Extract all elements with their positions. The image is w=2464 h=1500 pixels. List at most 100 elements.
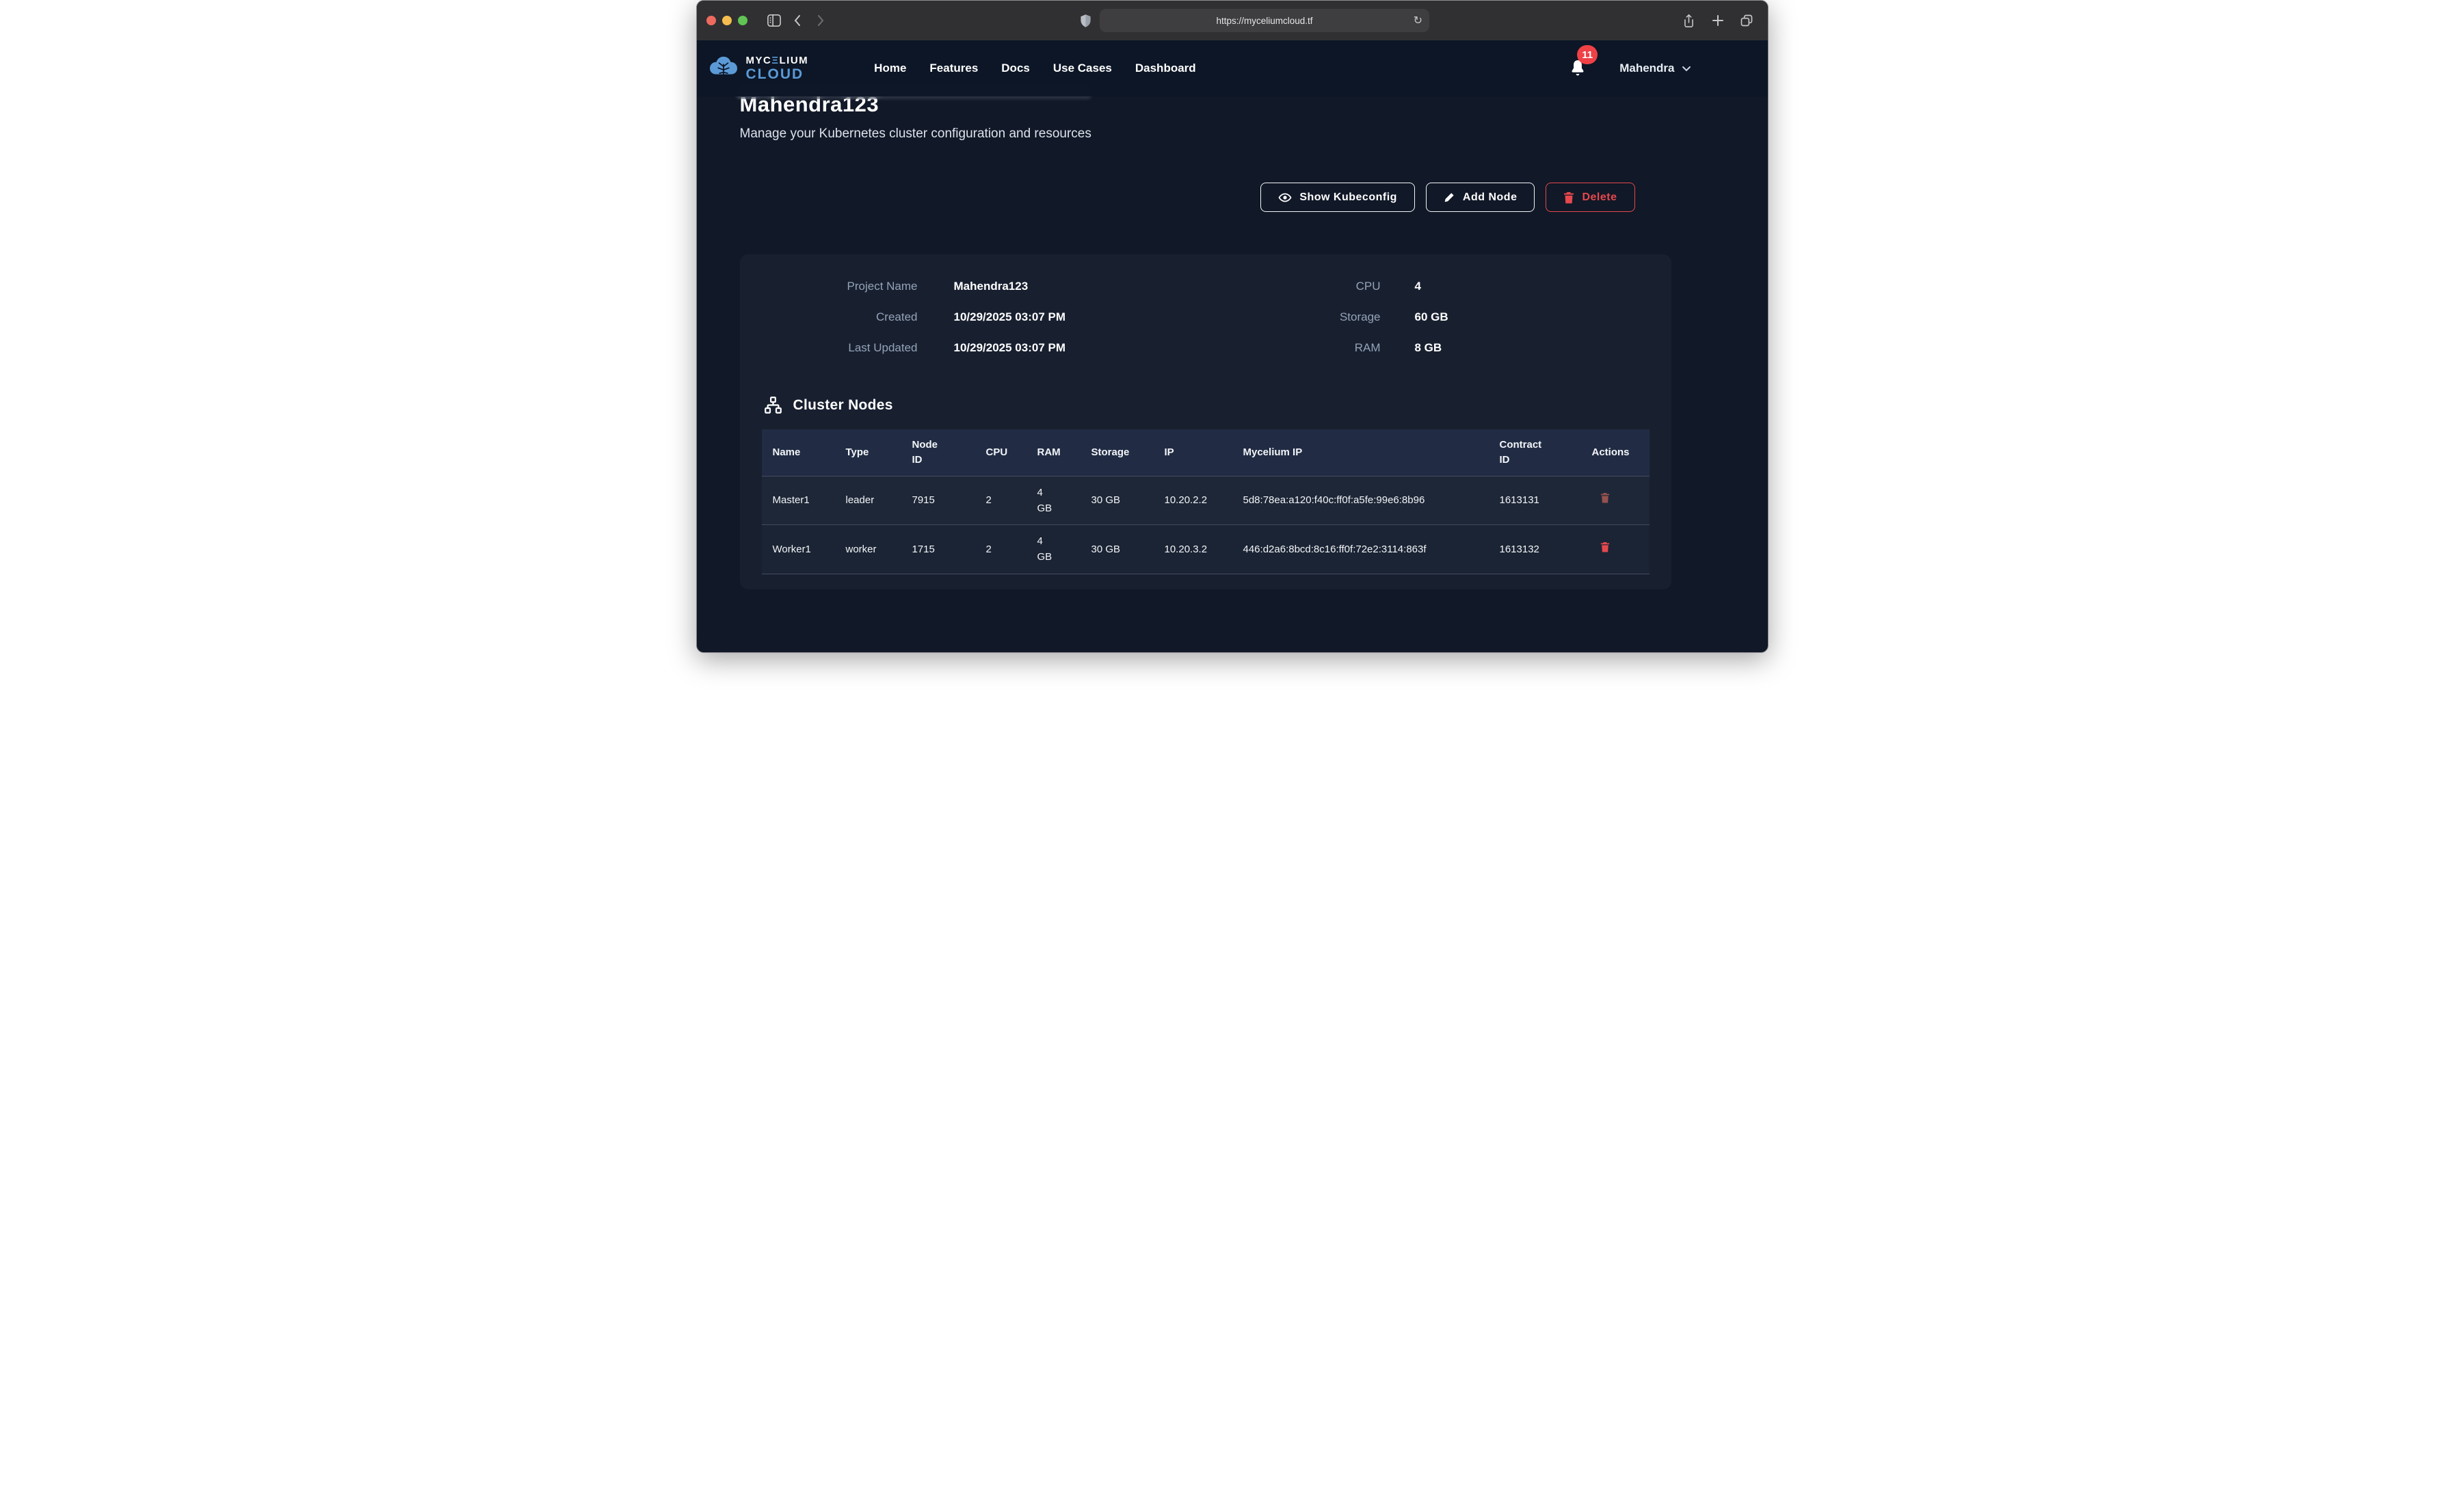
storage-value: 60 GB	[1415, 310, 1448, 324]
col-ram: RAM	[1026, 429, 1081, 476]
trash-icon	[1563, 191, 1574, 204]
project-name-label: Project Name	[762, 280, 918, 293]
address-bar-url: https://myceliumcloud.tf	[1216, 16, 1312, 26]
storage-label: Storage	[1241, 310, 1381, 324]
address-bar[interactable]: https://myceliumcloud.tf ↻	[1100, 9, 1429, 32]
cell-ram: 4 GB	[1026, 525, 1081, 574]
new-tab-icon[interactable]	[1706, 10, 1730, 31]
col-actions: Actions	[1581, 429, 1650, 476]
show-kubeconfig-label: Show Kubeconfig	[1299, 191, 1397, 204]
col-node-id: Node ID	[901, 429, 975, 476]
cell-node-id: 7915	[901, 476, 975, 525]
nav-link-home[interactable]: Home	[874, 62, 906, 75]
reload-icon[interactable]: ↻	[1414, 14, 1422, 27]
col-type: Type	[835, 429, 901, 476]
cell-actions	[1581, 525, 1650, 574]
privacy-shield-icon[interactable]	[1080, 14, 1091, 28]
cell-ip: 10.20.2.2	[1154, 476, 1232, 525]
row-delete-button[interactable]	[1592, 492, 1610, 503]
last-updated-label: Last Updated	[762, 341, 918, 355]
brand-wordmark: MYCΞLIUM CLOUD	[746, 55, 809, 81]
sidebar-toggle-icon[interactable]	[763, 10, 786, 31]
eye-icon	[1278, 192, 1292, 203]
nav-link-dashboard[interactable]: Dashboard	[1135, 62, 1196, 75]
detail-row: Last Updated 10/29/2025 03:07 PM RAM 8 G…	[762, 332, 1650, 363]
minimize-window-button[interactable]	[722, 16, 732, 25]
pencil-icon	[1444, 191, 1455, 203]
last-updated-value: 10/29/2025 03:07 PM	[954, 341, 1241, 355]
main-content: Mahendra123 Manage your Kubernetes clust…	[697, 92, 1768, 589]
table-row: Master1 leader 7915 2 4 GB 30 GB 10.20.2…	[762, 476, 1650, 525]
cell-type: leader	[835, 476, 901, 525]
cell-name: Worker1	[762, 525, 835, 574]
network-nodes-icon	[764, 396, 782, 414]
col-cpu: CPU	[975, 429, 1026, 476]
user-menu[interactable]: Mahendra	[1619, 62, 1691, 75]
cell-storage: 30 GB	[1081, 476, 1154, 525]
col-storage: Storage	[1081, 429, 1154, 476]
col-ip: IP	[1154, 429, 1232, 476]
tab-overview-icon[interactable]	[1735, 10, 1758, 31]
trash-icon	[1600, 541, 1610, 552]
cell-mycelium-ip: 5d8:78ea:a120:f40c:ff0f:a5fe:99e6:8b96	[1232, 476, 1489, 525]
browser-chrome: https://myceliumcloud.tf ↻	[697, 1, 1768, 40]
delete-cluster-button[interactable]: Delete	[1546, 183, 1634, 212]
ram-value: 8 GB	[1415, 341, 1442, 355]
detail-row: Created 10/29/2025 03:07 PM Storage 60 G…	[762, 302, 1650, 332]
ram-label: RAM	[1241, 341, 1381, 355]
user-name: Mahendra	[1619, 62, 1674, 75]
page-subtitle: Manage your Kubernetes cluster configura…	[740, 126, 1768, 142]
delete-cluster-label: Delete	[1582, 191, 1617, 204]
brand-logo[interactable]: MYCΞLIUM CLOUD	[708, 55, 809, 82]
cell-actions	[1581, 476, 1650, 525]
nav-links: Home Features Docs Use Cases Dashboard	[874, 62, 1196, 75]
notification-count-badge: 11	[1577, 45, 1598, 64]
cluster-nodes-header: Cluster Nodes	[764, 396, 1650, 414]
site-navbar: MYCΞLIUM CLOUD Home Features Docs Use Ca…	[697, 40, 1768, 96]
back-button[interactable]	[786, 10, 809, 31]
share-icon[interactable]	[1678, 10, 1701, 31]
detail-row: Project Name Mahendra123 CPU 4	[762, 271, 1650, 302]
cpu-value: 4	[1415, 280, 1421, 293]
row-delete-button[interactable]	[1592, 541, 1610, 552]
cpu-label: CPU	[1241, 280, 1381, 293]
cell-mycelium-ip: 446:d2a6:8bcd:8c16:ff0f:72e2:3114:863f	[1232, 525, 1489, 574]
table-row: Worker1 worker 1715 2 4 GB 30 GB 10.20.3…	[762, 525, 1650, 574]
cell-ip: 10.20.3.2	[1154, 525, 1232, 574]
cluster-details-card: Project Name Mahendra123 CPU 4 Created 1…	[740, 254, 1671, 589]
created-value: 10/29/2025 03:07 PM	[954, 310, 1241, 324]
zoom-window-button[interactable]	[738, 16, 747, 25]
nav-link-features[interactable]: Features	[929, 62, 978, 75]
forward-button[interactable]	[809, 10, 832, 31]
notifications-button[interactable]: 11	[1569, 59, 1587, 78]
cell-name: Master1	[762, 476, 835, 525]
nav-link-use-cases[interactable]: Use Cases	[1053, 62, 1112, 75]
show-kubeconfig-button[interactable]: Show Kubeconfig	[1260, 183, 1415, 212]
cell-storage: 30 GB	[1081, 525, 1154, 574]
project-name-value: Mahendra123	[954, 280, 1241, 293]
traffic-lights	[706, 16, 747, 25]
cell-node-id: 1715	[901, 525, 975, 574]
add-node-label: Add Node	[1463, 191, 1518, 204]
cell-cpu: 2	[975, 476, 1026, 525]
nav-link-docs[interactable]: Docs	[1001, 62, 1030, 75]
trash-icon	[1600, 492, 1610, 503]
col-name: Name	[762, 429, 835, 476]
add-node-button[interactable]: Add Node	[1426, 183, 1535, 212]
mycelium-cloud-logo-icon	[708, 55, 739, 82]
browser-window: https://myceliumcloud.tf ↻	[696, 0, 1768, 653]
col-contract-id: Contract ID	[1489, 429, 1581, 476]
cluster-nodes-table: Name Type Node ID CPU RAM Storage IP Myc…	[762, 429, 1650, 574]
table-header-row: Name Type Node ID CPU RAM Storage IP Myc…	[762, 429, 1650, 476]
cell-contract-id: 1613131	[1489, 476, 1581, 525]
chevron-down-icon	[1682, 66, 1691, 72]
cell-cpu: 2	[975, 525, 1026, 574]
cluster-nodes-title: Cluster Nodes	[793, 397, 893, 414]
cell-contract-id: 1613132	[1489, 525, 1581, 574]
created-label: Created	[762, 310, 918, 324]
close-window-button[interactable]	[706, 16, 716, 25]
cluster-actions: Show Kubeconfig Add Node Delete	[740, 183, 1635, 212]
col-mycelium-ip: Mycelium IP	[1232, 429, 1489, 476]
cell-ram: 4 GB	[1026, 476, 1081, 525]
cell-type: worker	[835, 525, 901, 574]
